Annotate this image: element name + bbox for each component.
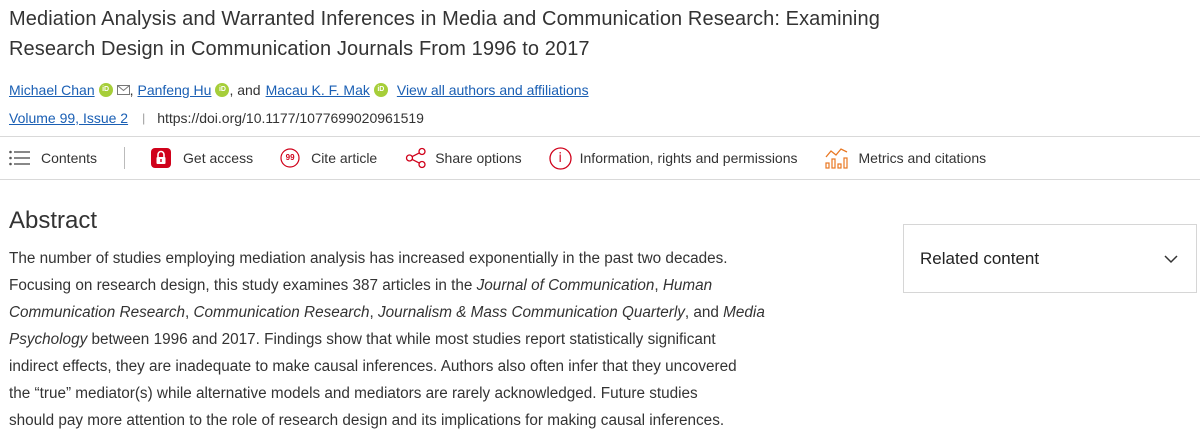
author-list: Michael Chan iD , Panfeng Hu iD , and Ma… bbox=[9, 80, 589, 100]
email-icon[interactable] bbox=[116, 80, 130, 100]
journal-name: Media bbox=[723, 304, 765, 321]
article-title-line-1: Mediation Analysis and Warranted Inferen… bbox=[9, 8, 880, 30]
metrics-citations-button[interactable]: Metrics and citations bbox=[824, 147, 987, 169]
list-icon bbox=[9, 150, 30, 166]
abstract-heading: Abstract bbox=[9, 207, 98, 234]
toolbar-bottom-border bbox=[0, 179, 1200, 180]
author-and-text: , and bbox=[229, 82, 261, 98]
journal-name: Journalism & Mass Communication Quarterl… bbox=[378, 304, 685, 321]
article-toolbar: Contents Get access 99 Cite article Shar… bbox=[9, 144, 986, 172]
author-link-michael-chan[interactable]: Michael Chan bbox=[9, 80, 95, 100]
contents-label: Contents bbox=[41, 150, 98, 166]
lock-icon bbox=[151, 148, 172, 168]
contents-button[interactable]: Contents bbox=[9, 150, 97, 166]
abstract-text: The number of studies employing mediatio… bbox=[9, 245, 799, 434]
orcid-icon[interactable]: iD bbox=[373, 83, 388, 97]
doi-text: https://doi.org/10.1177/1077699020961519 bbox=[157, 110, 424, 126]
get-access-button[interactable]: Get access bbox=[151, 148, 253, 168]
journal-name: Psychology bbox=[9, 331, 88, 348]
quote-glyph: 99 bbox=[285, 153, 295, 162]
article-title: Mediation Analysis and Warranted Inferen… bbox=[9, 4, 949, 64]
abstract-line: should pay more attention to the role of… bbox=[9, 412, 725, 429]
view-all-authors-link[interactable]: View all authors and affiliations bbox=[397, 80, 589, 100]
meta-divider: | bbox=[142, 111, 146, 125]
related-content-panel[interactable]: Related content bbox=[903, 224, 1197, 293]
journal-name: Communication Research bbox=[9, 304, 185, 321]
abstract-line: The number of studies employing mediatio… bbox=[9, 250, 728, 267]
orcid-icon[interactable]: iD bbox=[215, 83, 230, 97]
share-options-label: Share options bbox=[435, 150, 522, 166]
share-options-button[interactable]: Share options bbox=[405, 147, 522, 169]
abstract-line: the “true” mediator(s) while alternative… bbox=[9, 385, 698, 402]
author-link-macau-mak[interactable]: Macau K. F. Mak bbox=[266, 80, 370, 100]
related-content-label: Related content bbox=[920, 248, 1040, 268]
toolbar-top-border bbox=[0, 136, 1200, 137]
info-glyph: i bbox=[558, 150, 562, 166]
article-title-line-2: Research Design in Communication Journal… bbox=[9, 38, 590, 60]
quote-icon: 99 bbox=[280, 148, 300, 168]
info-icon: i bbox=[548, 146, 572, 170]
author-link-panfeng-hu[interactable]: Panfeng Hu bbox=[138, 80, 212, 100]
author-separator: , bbox=[129, 82, 134, 98]
toolbar-divider bbox=[124, 147, 126, 169]
publication-meta: Volume 99, Issue 2 | https://doi.org/10.… bbox=[9, 108, 424, 128]
cite-article-button[interactable]: 99 Cite article bbox=[280, 148, 377, 168]
journal-name: Journal of Communication bbox=[476, 277, 655, 294]
cite-article-label: Cite article bbox=[311, 150, 378, 166]
abstract-line: Communication Research, Communication Re… bbox=[9, 304, 765, 321]
information-rights-button[interactable]: i Information, rights and permissions bbox=[548, 146, 798, 170]
abstract-line: indirect effects, they are inadequate to… bbox=[9, 358, 737, 375]
journal-name: Communication Research bbox=[193, 304, 370, 321]
volume-issue-link[interactable]: Volume 99, Issue 2 bbox=[9, 108, 128, 128]
orcid-icon[interactable]: iD bbox=[98, 83, 113, 97]
metrics-icon bbox=[824, 147, 849, 169]
journal-name: Human bbox=[662, 277, 713, 294]
abstract-line: Focusing on research design, this study … bbox=[9, 277, 713, 294]
metrics-citations-label: Metrics and citations bbox=[858, 150, 987, 166]
information-rights-label: Information, rights and permissions bbox=[579, 150, 798, 166]
get-access-label: Get access bbox=[183, 150, 254, 166]
share-icon bbox=[405, 147, 427, 169]
abstract-line: Psychology between 1996 and 2017. Findin… bbox=[9, 331, 716, 348]
chevron-down-icon bbox=[1164, 249, 1178, 269]
